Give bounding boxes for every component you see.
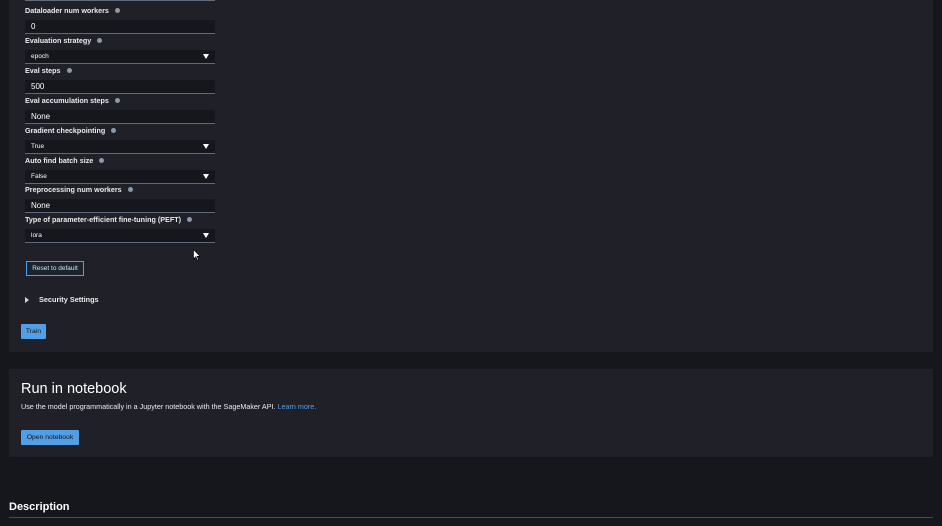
field-label: Auto find batch size [25, 155, 94, 165]
run-in-notebook-panel [9, 369, 933, 457]
learn-more-link[interactable]: Learn more. [277, 402, 316, 411]
run-in-notebook-description: Use the model programmatically in a Jupy… [21, 402, 316, 411]
field-auto-find-batch-size: Auto find batch size False [25, 155, 215, 184]
mouse-pointer-icon [193, 249, 201, 261]
info-icon[interactable] [111, 127, 117, 133]
field-label: Type of parameter-efficient fine-tuning … [25, 214, 182, 224]
field-label: Gradient checkpointing [25, 125, 106, 135]
input-value: 0 [31, 22, 36, 31]
chevron-down-icon [203, 233, 209, 238]
field-dataloader-num-workers: Dataloader num workers 0 [25, 5, 215, 34]
input-value: 500 [31, 82, 45, 91]
info-icon[interactable] [66, 67, 72, 73]
chevron-down-icon [203, 174, 209, 179]
preprocessing-num-workers-input[interactable]: None [25, 199, 215, 213]
select-value: True [31, 143, 45, 150]
select-value: False [31, 173, 47, 180]
eval-accumulation-steps-input[interactable]: None [25, 110, 215, 124]
auto-find-batch-size-select[interactable]: False [25, 170, 215, 184]
field-evaluation-strategy: Evaluation strategy epoch [25, 35, 215, 64]
evaluation-strategy-select[interactable]: epoch [25, 50, 215, 64]
eval-steps-input[interactable]: 500 [25, 80, 215, 94]
field-label: Eval accumulation steps [25, 95, 109, 105]
reset-to-default-button[interactable]: Reset to default [26, 261, 84, 276]
security-settings-toggle[interactable]: Security Settings [25, 295, 99, 304]
info-icon[interactable] [127, 186, 133, 192]
chevron-down-icon [203, 54, 209, 59]
security-settings-label: Security Settings [39, 295, 99, 304]
field-label: Evaluation strategy [25, 35, 92, 45]
chevron-down-icon [203, 144, 209, 149]
input-value: None [31, 201, 51, 210]
field-label: Dataloader num workers [25, 5, 109, 15]
info-icon[interactable] [114, 97, 120, 103]
dataloader-num-workers-input[interactable]: 0 [25, 20, 215, 34]
field-eval-steps: Eval steps 500 [25, 65, 215, 94]
chevron-right-icon [25, 296, 29, 303]
field-peft-type: Type of parameter-efficient fine-tuning … [25, 214, 215, 243]
notebook-description-text: Use the model programmatically in a Jupy… [21, 402, 278, 411]
gradient-checkpointing-select[interactable]: True [25, 140, 215, 154]
select-value: lora [31, 232, 42, 239]
info-icon[interactable] [97, 37, 103, 43]
peft-type-select[interactable]: lora [25, 229, 215, 243]
open-notebook-button[interactable]: Open notebook [21, 430, 79, 445]
field-label: Preprocessing num workers [25, 184, 122, 194]
field-label: Eval steps [25, 65, 61, 75]
select-value: epoch [31, 53, 49, 60]
train-button[interactable]: Train [21, 324, 46, 339]
description-divider [9, 517, 933, 518]
previous-field-underline [25, 0, 215, 1]
field-gradient-checkpointing: Gradient checkpointing True [25, 125, 215, 154]
field-preprocessing-num-workers: Preprocessing num workers None [25, 184, 215, 213]
description-heading: Description [9, 501, 70, 513]
input-value: None [31, 112, 51, 121]
info-icon[interactable] [187, 216, 193, 222]
field-eval-accumulation-steps: Eval accumulation steps None [25, 95, 215, 124]
info-icon[interactable] [114, 7, 120, 13]
info-icon[interactable] [99, 157, 105, 163]
run-in-notebook-title: Run in notebook [21, 381, 127, 397]
